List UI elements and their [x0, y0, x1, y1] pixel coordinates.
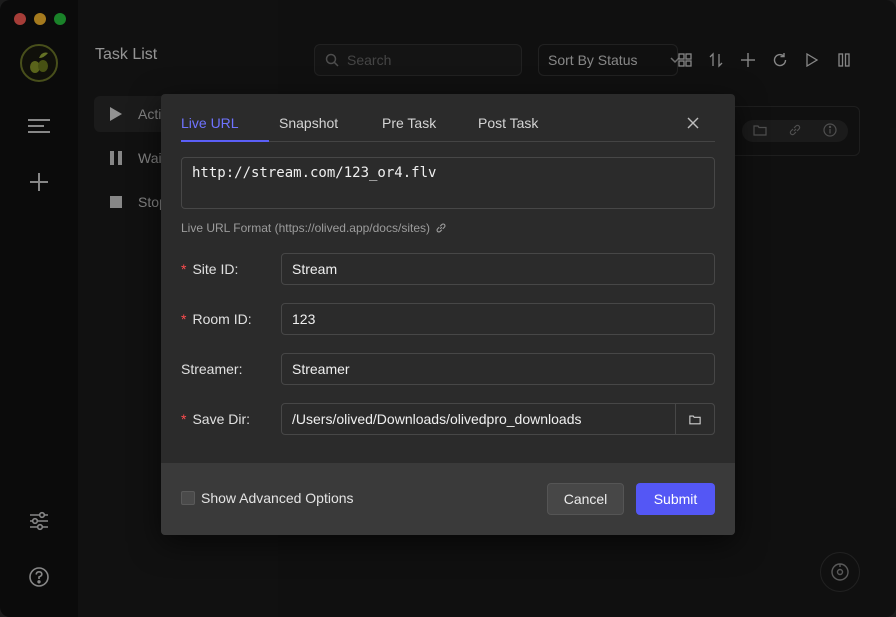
- label-text: Save Dir:: [192, 411, 251, 427]
- active-tab-indicator: [181, 140, 269, 142]
- required-mark: *: [181, 261, 187, 277]
- close-icon[interactable]: [685, 115, 701, 131]
- save-dir-label: * Save Dir:: [181, 411, 250, 427]
- dialog-tabs: Live URL Snapshot Pre Task Post Task: [181, 112, 715, 142]
- label-text: Room ID:: [192, 311, 252, 327]
- tab-pre-task[interactable]: Pre Task: [382, 115, 436, 131]
- folder-icon: [689, 415, 701, 424]
- tab-snapshot[interactable]: Snapshot: [279, 115, 338, 131]
- label-text: Site ID:: [192, 261, 239, 277]
- advanced-options-label[interactable]: Show Advanced Options: [201, 490, 354, 506]
- tab-live-url[interactable]: Live URL: [181, 115, 239, 131]
- hint-text: Live URL Format (https://olived.app/docs…: [181, 221, 430, 235]
- link-icon: [436, 223, 446, 233]
- save-dir-value: /Users/olived/Downloads/olivedpro_downlo…: [292, 411, 582, 427]
- site-id-input[interactable]: Stream: [281, 253, 715, 285]
- cancel-button[interactable]: Cancel: [547, 483, 624, 515]
- streamer-input[interactable]: Streamer: [281, 353, 715, 385]
- app-window: Task List Acti Wai Stop Search Sort By S…: [0, 0, 896, 617]
- submit-button[interactable]: Submit: [636, 483, 715, 515]
- streamer-label: Streamer:: [181, 361, 243, 377]
- tab-post-task[interactable]: Post Task: [478, 115, 538, 131]
- room-id-input[interactable]: 123: [281, 303, 715, 335]
- add-task-dialog: Live URL Snapshot Pre Task Post Task htt…: [161, 94, 735, 535]
- dialog-footer: Show Advanced Options Cancel Submit: [161, 463, 735, 535]
- required-mark: *: [181, 411, 187, 427]
- live-url-textarea[interactable]: http://stream.com/123_or4.flv: [181, 157, 715, 209]
- site-id-label: * Site ID:: [181, 261, 238, 277]
- save-dir-input[interactable]: /Users/olived/Downloads/olivedpro_downlo…: [281, 403, 715, 435]
- room-id-label: * Room ID:: [181, 311, 252, 327]
- required-mark: *: [181, 311, 187, 327]
- advanced-options-checkbox[interactable]: [181, 491, 195, 505]
- live-url-format-hint[interactable]: Live URL Format (https://olived.app/docs…: [181, 221, 447, 235]
- browse-folder-button[interactable]: [675, 403, 715, 435]
